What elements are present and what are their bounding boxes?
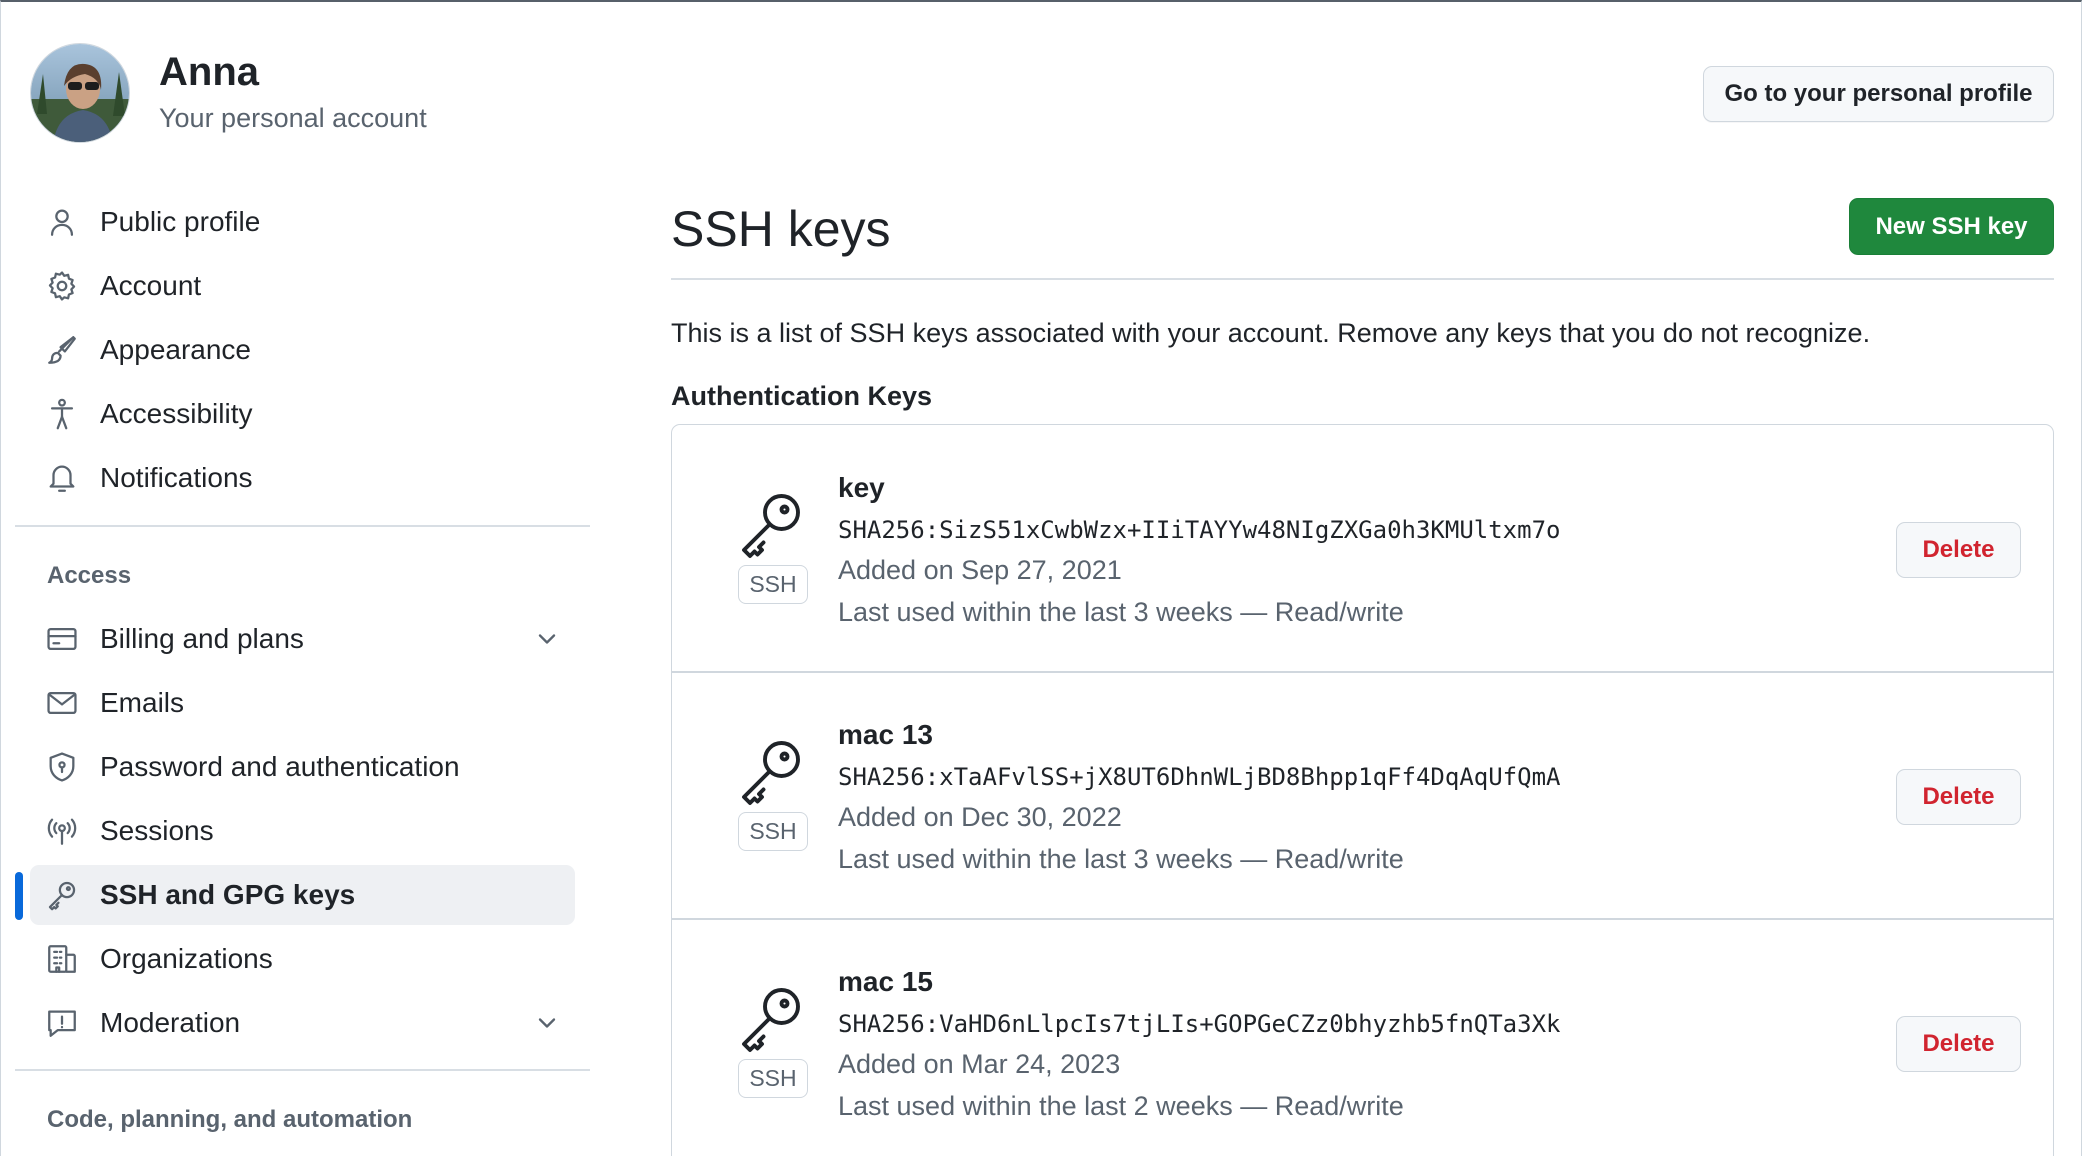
sidebar-item-label: Notifications xyxy=(100,462,253,493)
ssh-badge: SSH xyxy=(738,1059,808,1098)
account-subtitle: Your personal account xyxy=(159,103,427,133)
sidebar-item-ssh-gpg-keys[interactable]: SSH and GPG keys xyxy=(30,865,575,925)
sidebar-item-billing[interactable]: Billing and plans xyxy=(30,609,575,669)
avatar[interactable] xyxy=(30,43,130,143)
mail-icon xyxy=(44,685,80,721)
delete-key-button[interactable]: Delete xyxy=(1896,769,2021,825)
title-divider xyxy=(671,278,2054,280)
sidebar-item-password-authentication[interactable]: Password and authentication xyxy=(30,737,575,797)
authentication-keys-heading: Authentication Keys xyxy=(671,381,933,411)
page-title: SSH keys xyxy=(671,201,891,257)
key-fingerprint: SHA256:SizS51xCwbWzx+IIiTAYYw48NIgZXGa0h… xyxy=(838,516,1561,544)
key-last-used: Last used within the last 3 weeks — Read… xyxy=(838,597,1404,627)
key-added-date: Added on Dec 30, 2022 xyxy=(838,802,1122,832)
ssh-key-list: SSH key SHA256:SizS51xCwbWzx+IIiTAYYw48N… xyxy=(671,424,2054,1156)
sidebar-item-organizations[interactable]: Organizations xyxy=(30,929,575,989)
sidebar-divider xyxy=(15,525,590,527)
key-icon xyxy=(742,988,800,1052)
section-title-access: Access xyxy=(47,562,132,589)
ssh-key-row: SSH mac 13 SHA256:xTaAFvlSS+jX8UT6DhnWLj… xyxy=(672,672,2053,919)
sidebar-item-public-profile[interactable]: Public profile xyxy=(30,192,575,252)
sidebar-divider xyxy=(15,1069,590,1071)
key-added-date: Added on Sep 27, 2021 xyxy=(838,555,1122,585)
sidebar-item-label: Billing and plans xyxy=(100,623,304,654)
accessibility-icon xyxy=(44,396,80,432)
account-header: Anna Your personal account Go to your pe… xyxy=(1,2,2081,152)
key-title: mac 15 xyxy=(838,966,933,997)
go-to-profile-button[interactable]: Go to your personal profile xyxy=(1703,66,2054,122)
key-last-used: Last used within the last 2 weeks — Read… xyxy=(838,1091,1404,1121)
sidebar-item-label: Password and authentication xyxy=(100,751,460,782)
delete-key-button[interactable]: Delete xyxy=(1896,522,2021,578)
chevron-down-icon[interactable] xyxy=(533,1009,561,1037)
sidebar-item-label: Public profile xyxy=(100,206,261,237)
key-fingerprint: SHA256:VaHD6nLlpcIs7tjLIs+GOPGeCZz0bhyzh… xyxy=(838,1010,1561,1038)
ssh-key-row: SSH mac 15 SHA256:VaHD6nLlpcIs7tjLIs+GOP… xyxy=(672,919,2053,1156)
credit-card-icon xyxy=(44,621,80,657)
key-icon xyxy=(44,877,80,913)
ssh-badge: SSH xyxy=(738,812,808,851)
key-icon xyxy=(742,494,800,558)
paintbrush-icon xyxy=(44,332,80,368)
sidebar-item-label: Emails xyxy=(100,687,185,718)
sidebar-item-label: Appearance xyxy=(100,334,252,365)
report-icon xyxy=(44,1005,80,1041)
sidebar-item-label: Account xyxy=(100,270,202,301)
delete-key-button[interactable]: Delete xyxy=(1896,1016,2021,1072)
chevron-down-icon[interactable] xyxy=(533,625,561,653)
sidebar-item-account[interactable]: Account xyxy=(30,256,575,316)
sidebar-item-notifications[interactable]: Notifications xyxy=(30,448,575,508)
shield-lock-icon xyxy=(44,749,80,785)
sidebar-item-accessibility[interactable]: Accessibility xyxy=(30,384,575,444)
new-ssh-key-button[interactable]: New SSH key xyxy=(1849,198,2054,255)
sidebar-item-sessions[interactable]: Sessions xyxy=(30,801,575,861)
settings-page: Anna Your personal account Go to your pe… xyxy=(0,0,2082,1156)
key-title: key xyxy=(838,472,885,503)
sidebar-item-label: Accessibility xyxy=(100,398,253,429)
active-indicator xyxy=(15,872,23,920)
sidebar-item-label: Moderation xyxy=(100,1007,241,1038)
key-title: mac 13 xyxy=(838,719,933,750)
description-text: This is a list of SSH keys associated wi… xyxy=(671,318,1871,348)
key-fingerprint: SHA256:xTaAFvlSS+jX8UT6DhnWLjBD8Bhpp1qFf… xyxy=(838,763,1561,791)
bell-icon xyxy=(44,460,80,496)
person-icon xyxy=(44,204,80,240)
ssh-key-row: SSH key SHA256:SizS51xCwbWzx+IIiTAYYw48N… xyxy=(672,425,2053,672)
sidebar-item-moderation[interactable]: Moderation xyxy=(30,993,575,1053)
sidebar-item-label: Organizations xyxy=(100,943,273,974)
sidebar-item-label: SSH and GPG keys xyxy=(100,879,356,910)
key-last-used: Last used within the last 3 weeks — Read… xyxy=(838,844,1404,874)
sidebar-item-appearance[interactable]: Appearance xyxy=(30,320,575,380)
sidebar-item-emails[interactable]: Emails xyxy=(30,673,575,733)
key-icon xyxy=(742,741,800,805)
gear-icon xyxy=(44,268,80,304)
key-added-date: Added on Mar 24, 2023 xyxy=(838,1049,1121,1079)
broadcast-icon xyxy=(44,813,80,849)
sidebar-item-label: Sessions xyxy=(100,815,214,846)
account-name: Anna xyxy=(159,50,259,94)
organization-icon xyxy=(44,941,80,977)
ssh-badge: SSH xyxy=(738,565,808,604)
section-title-code-planning: Code, planning, and automation xyxy=(47,1106,413,1133)
